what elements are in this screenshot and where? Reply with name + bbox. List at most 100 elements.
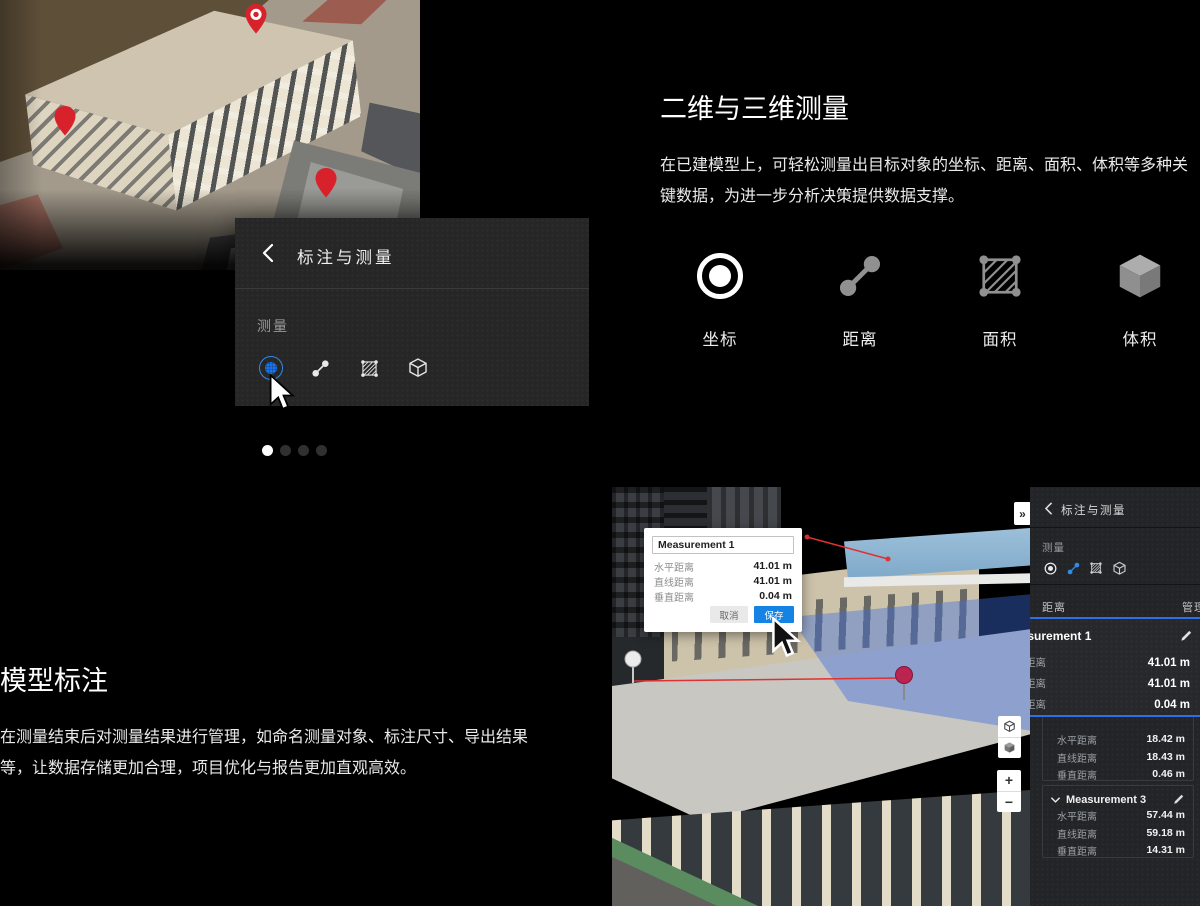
measurement-card-header: Measurement 3 [1050,792,1185,807]
measurement-card-1-selected[interactable]: Measurement 1 水平距离 41.01 m 直线距离 41.01 m … [1030,617,1200,717]
distance-icon [1066,561,1081,576]
row-label: 水平距离 [1030,655,1046,670]
zoom-in-button[interactable]: + [997,770,1021,791]
coordinate-tool-button[interactable] [257,354,285,382]
tool-cell-distance: 距离 [800,248,920,350]
row-label: 垂直距离 [1057,843,1097,858]
carousel-dot-4[interactable] [316,445,327,456]
measure-row: 垂直距离 0.04 m [1030,697,1190,712]
row-label: 直线距离 [654,574,694,589]
back-icon[interactable] [1044,502,1053,515]
popup-buttons: 取消 保存 [710,606,794,623]
zoom-out-button[interactable]: − [997,791,1021,813]
coordinate-tool-button[interactable] [1042,560,1058,576]
save-button[interactable]: 保存 [754,606,794,623]
tool-cell-coordinate: 坐标 [660,248,780,350]
row-value: 41.01 m [753,575,792,587]
measurement-name-input[interactable] [652,536,794,554]
row-value: 41.01 m [1148,657,1190,669]
measure-point [805,535,810,540]
measurement-card-2[interactable]: 水平距离 18.42 m 直线距离 18.43 m 垂直距离 0.46 m [1042,715,1194,781]
tool-label: 面积 [983,326,1018,350]
panel-header: 标注与测量 [235,218,589,289]
zoom-buttons: + − [997,770,1021,812]
mesh-view-button[interactable] [998,737,1021,759]
row-value: 41.01 m [1148,678,1190,690]
model-view-button[interactable] [998,716,1021,737]
row-label: 水平距离 [1057,808,1097,823]
edit-pencil-icon[interactable] [1173,794,1184,805]
map-pin-icon[interactable] [245,4,267,34]
cancel-button[interactable]: 取消 [710,606,748,623]
panel-tool-row [257,354,432,382]
panel-title: 标注与测量 [297,244,395,268]
sidebar-title: 标注与测量 [1061,502,1126,518]
row-value: 57.44 m [1146,809,1185,821]
tool-label: 坐标 [703,326,738,350]
measure-row: 水平距离 57.44 m [1057,808,1185,822]
coordinate-icon [259,356,283,380]
feature-measure-heading: 二维与三维测量 [660,87,1200,126]
measurement-card-3[interactable]: Measurement 3 水平距离 57.44 m 直线距离 59.18 m … [1042,785,1194,858]
row-label: 水平距离 [654,559,694,574]
sidebar-tool-row [1042,560,1127,576]
measurement-popup: 水平距离 41.01 m 直线距离 41.01 m 垂直距离 0.04 m 取消… [644,528,802,632]
view-mode-buttons [998,716,1021,758]
feature-annotate-heading: 模型标注 [0,659,545,698]
row-label: 直线距离 [1057,750,1097,765]
popup-row: 水平距离 41.01 m [654,559,792,573]
distance-tool-button[interactable] [306,354,334,382]
tab-manage[interactable]: 管理 [1182,599,1200,615]
feature-page: 标注与测量 测量 [0,0,1200,906]
measure-row: 直线距离 18.43 m [1057,750,1185,764]
map-pin-icon[interactable] [54,106,76,136]
carousel-dots [262,445,327,456]
back-icon[interactable] [261,243,275,263]
feature-annotate-block: 模型标注 在测量结束后对测量结果进行管理，如命名测量对象、标注尺寸、导出结果等，… [0,659,545,784]
volume-icon [1112,561,1127,576]
row-value: 41.01 m [753,560,792,572]
measure-row: 垂直距离 14.31 m [1057,843,1185,857]
carousel-dot-3[interactable] [298,445,309,456]
row-label: 水平距离 [1057,732,1097,747]
measurement-name: Measurement 3 [1066,794,1146,806]
area-icon [359,358,380,379]
coordinate-icon [697,253,743,299]
measure-row: 直线距离 41.01 m [1030,676,1190,691]
edit-pencil-icon[interactable] [1180,630,1192,642]
volume-icon [1113,249,1167,303]
area-tool-button[interactable] [1088,560,1104,576]
sidebar-collapse-button[interactable]: » [1014,502,1031,525]
tab-distance[interactable]: 距离 [1042,599,1066,615]
measure-row: 直线距离 59.18 m [1057,826,1185,840]
popup-row: 垂直距离 0.04 m [654,589,792,603]
divider [1030,584,1200,585]
carousel-dot-1[interactable] [262,445,273,456]
measure-tool-grid: 坐标 距离 面积 [660,248,1200,350]
feature-measure-body: 在已建模型上，可轻松测量出目标对象的坐标、距离、面积、体积等多种关键数据，为进一… [660,150,1200,212]
distance-tool-button-selected[interactable] [1065,560,1081,576]
measurement-card-header: Measurement 1 [1030,628,1192,644]
row-label: 垂直距离 [654,589,694,604]
cube-shaded-icon [1003,741,1016,754]
tool-cell-volume: 体积 [1080,248,1200,350]
area-tool-button[interactable] [355,354,383,382]
map-pin-icon[interactable] [315,168,337,198]
volume-icon [407,357,429,379]
tool-label: 体积 [1123,326,1158,350]
chevron-down-icon[interactable] [1050,796,1061,804]
divider [1030,527,1200,528]
sidebar-section-label: 测量 [1042,540,1065,555]
volume-tool-button[interactable] [404,354,432,382]
scene-blue-roof [844,527,1044,579]
carousel-dot-2[interactable] [280,445,291,456]
row-label: 直线距离 [1030,676,1046,691]
measure-row: 水平距离 18.42 m [1057,732,1185,746]
annotation-measure-panel: 标注与测量 测量 [235,218,589,406]
row-label: 垂直距离 [1057,767,1097,782]
measurement-app-screenshot: 水平距离 41.01 m 直线距离 41.01 m 垂直距离 0.04 m 取消… [612,487,1200,906]
measurement-name: Measurement 1 [1030,629,1091,643]
volume-tool-button[interactable] [1111,560,1127,576]
row-value: 14.31 m [1146,844,1185,856]
distance-icon [310,358,331,379]
